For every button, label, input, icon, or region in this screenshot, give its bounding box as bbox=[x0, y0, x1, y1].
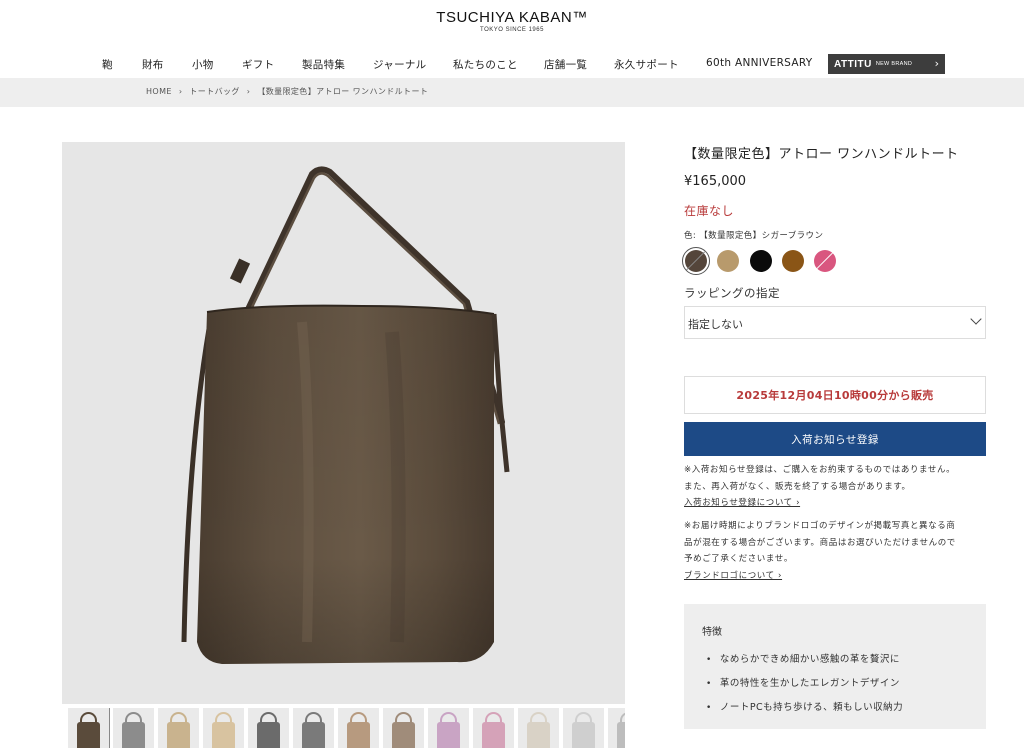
color-swatches bbox=[682, 247, 884, 275]
thumbnail[interactable] bbox=[383, 708, 424, 748]
bag-illustration bbox=[181, 166, 510, 664]
breadcrumb-category[interactable]: トートバッグ bbox=[189, 87, 239, 96]
nav-item-about[interactable]: 私たちのこと bbox=[453, 57, 518, 72]
chevron-down-icon bbox=[970, 313, 982, 325]
thumbnail[interactable] bbox=[473, 708, 514, 748]
thumbnail[interactable] bbox=[68, 708, 110, 748]
logo-text: TSUCHIYA KABAN™ bbox=[436, 9, 588, 26]
feature-item: 革の特性を生かしたエレガントデザイン bbox=[706, 672, 903, 696]
swatch-pink[interactable] bbox=[814, 250, 836, 272]
breadcrumb-separator: › bbox=[178, 87, 183, 96]
note-text: 品が混在する場合がございます。商品はお選びいただけませんので bbox=[684, 537, 956, 548]
thumbnail-strip bbox=[68, 708, 625, 748]
swatch-black[interactable] bbox=[750, 250, 772, 272]
brand-name: ATTITU bbox=[834, 58, 872, 70]
logo-note: ※お届け時期によりブランドロゴのデザインが掲載写真と異なる商 品が混在する場合が… bbox=[684, 518, 989, 584]
thumbnail[interactable] bbox=[563, 708, 604, 748]
breadcrumb-home[interactable]: HOME bbox=[146, 87, 172, 96]
nav-item-accessories[interactable]: 小物 bbox=[192, 57, 214, 72]
color-label: 色: 【数量限定色】シガーブラウン bbox=[684, 231, 824, 241]
sale-date-notice: 2025年12月04日10時00分から販売 bbox=[684, 376, 986, 414]
product-main-image[interactable] bbox=[62, 142, 625, 704]
nav-item-support[interactable]: 永久サポート bbox=[614, 57, 679, 72]
product-title: 【数量限定色】アトロー ワンハンドルトート bbox=[684, 147, 959, 162]
stock-status: 在庫なし bbox=[684, 204, 735, 218]
wrapping-label: ラッピングの指定 bbox=[684, 286, 780, 300]
main-nav: 鞄 財布 小物 ギフト 製品特集 ジャーナル 私たちのこと 店舗一覧 永久サポー… bbox=[0, 53, 1024, 75]
nav-item-journal[interactable]: ジャーナル bbox=[373, 57, 426, 72]
feature-item: ノートPCも持ち歩ける、頼もしい収納力 bbox=[706, 696, 903, 720]
thumbnail[interactable] bbox=[203, 708, 244, 748]
thumbnail[interactable] bbox=[113, 708, 154, 748]
features-list: なめらかできめ細かい感触の革を贅沢に 革の特性を生かしたエレガントデザイン ノー… bbox=[706, 648, 903, 720]
thumbnail[interactable] bbox=[158, 708, 199, 748]
nav-item-anniversary[interactable]: 60th ANNIVERSARY bbox=[706, 57, 812, 69]
attitu-brand-link[interactable]: ATTITU NEW BRAND › bbox=[828, 54, 945, 74]
note-text: ※入荷お知らせ登録は、ご購入をお約束するものではありません。 bbox=[684, 465, 956, 475]
features-title: 特徴 bbox=[702, 627, 722, 638]
logo-subtext: TOKYO SINCE 1965 bbox=[480, 27, 544, 33]
feature-item: なめらかできめ細かい感触の革を贅沢に bbox=[706, 648, 903, 672]
restock-note: ※入荷お知らせ登録は、ご購入をお約束するものではありません。 また、再入荷がなく… bbox=[684, 462, 989, 512]
swatch-cigar-brown[interactable] bbox=[682, 247, 710, 275]
product-price: ¥165,000 bbox=[684, 174, 747, 189]
thumbnail[interactable] bbox=[338, 708, 379, 748]
nav-item-gift[interactable]: ギフト bbox=[242, 57, 274, 72]
wrapping-select[interactable]: 指定しない bbox=[684, 306, 986, 339]
brand-tag: NEW BRAND bbox=[875, 61, 913, 67]
nav-item-wallets[interactable]: 財布 bbox=[142, 57, 164, 72]
swatch-brown[interactable] bbox=[782, 250, 804, 272]
restock-info-link[interactable]: 入荷お知らせ登録について › bbox=[684, 495, 989, 512]
features-box: 特徴 なめらかできめ細かい感触の革を贅沢に 革の特性を生かしたエレガントデザイン… bbox=[684, 604, 986, 729]
nav-item-features[interactable]: 製品特集 bbox=[302, 57, 345, 72]
site-logo[interactable]: TSUCHIYA KABAN™ TOKYO SINCE 1965 bbox=[0, 9, 1024, 33]
restock-notify-button[interactable]: 入荷お知らせ登録 bbox=[684, 422, 986, 456]
nav-item-bags[interactable]: 鞄 bbox=[102, 57, 113, 72]
thumbnail[interactable] bbox=[428, 708, 469, 748]
wrapping-select-value: 指定しない bbox=[688, 318, 743, 331]
breadcrumb-separator: › bbox=[246, 87, 251, 96]
note-text: ※お届け時期によりブランドロゴのデザインが掲載写真と異なる商 bbox=[684, 521, 956, 531]
swatch-beige[interactable] bbox=[717, 250, 739, 272]
nav-item-stores[interactable]: 店舗一覧 bbox=[544, 57, 587, 72]
breadcrumb: HOME › トートバッグ › 【数量限定色】アトロー ワンハンドルトート bbox=[0, 78, 1024, 107]
thumbnail[interactable] bbox=[608, 708, 625, 748]
note-text: 予めご了承くださいませ。 bbox=[684, 554, 793, 564]
thumbnail[interactable] bbox=[518, 708, 559, 748]
note-text: また、再入荷がなく、販売を終了する場合があります。 bbox=[684, 481, 911, 492]
chevron-right-icon: › bbox=[934, 57, 939, 70]
thumbnail[interactable] bbox=[293, 708, 334, 748]
thumbnail[interactable] bbox=[248, 708, 289, 748]
brand-logo-info-link[interactable]: ブランドロゴについて › bbox=[684, 568, 989, 585]
breadcrumb-current: 【数量限定色】アトロー ワンハンドルトート bbox=[257, 87, 429, 96]
